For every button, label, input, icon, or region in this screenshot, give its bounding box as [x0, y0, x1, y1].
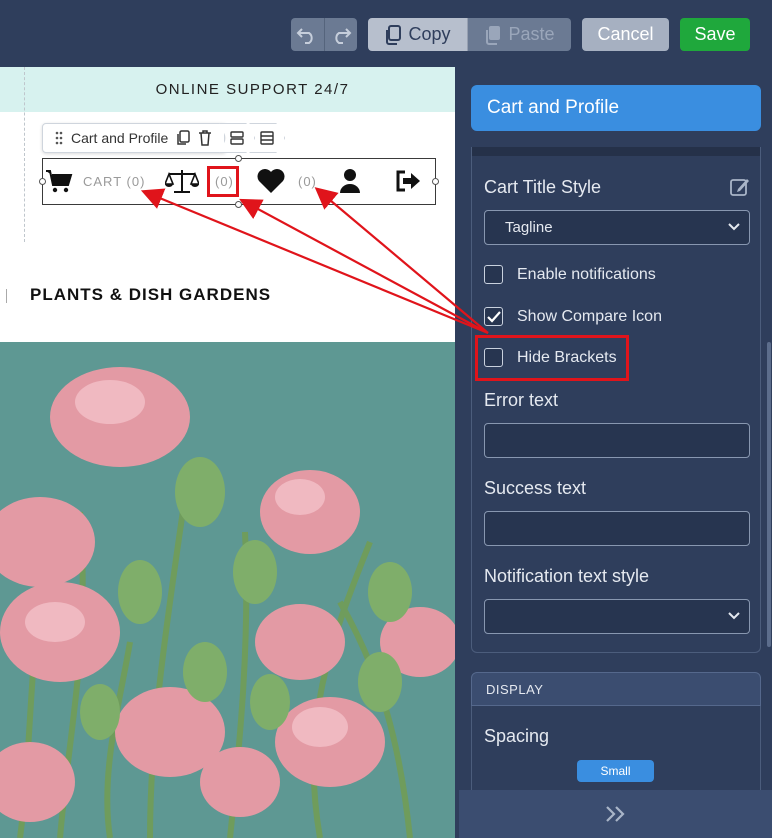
resize-handle-top[interactable] [235, 155, 242, 162]
delete-icon[interactable] [198, 130, 212, 146]
undo-redo-group [291, 18, 357, 51]
copy-label: Copy [408, 24, 451, 44]
support-bar: ONLINE SUPPORT 24/7 [0, 67, 455, 112]
paste-icon [486, 25, 501, 45]
check-icon [486, 310, 501, 323]
panel-scrollbar[interactable] [767, 342, 771, 647]
cart-label: CART (0) [83, 174, 146, 189]
notification-style-label: Notification text style [484, 566, 650, 586]
section-layout-icon [260, 131, 274, 145]
cancel-button[interactable]: Cancel [582, 18, 669, 51]
display-section-body: Spacing [471, 706, 761, 796]
show-compare-checkbox[interactable] [484, 307, 503, 326]
section-title: PLANTS & DISH GARDENS [30, 285, 272, 304]
spacing-value-badge[interactable]: Small [577, 760, 654, 782]
notification-style-select[interactable] [484, 599, 750, 634]
top-toolbar: Copy Paste Cancel Save [0, 0, 772, 67]
panel-bottom-bar [459, 790, 772, 838]
spacing-label: Spacing [484, 726, 550, 746]
error-text-input[interactable] [484, 423, 750, 458]
logout-icon [396, 170, 420, 192]
compare-link[interactable] [165, 167, 199, 195]
save-button[interactable]: Save [680, 18, 750, 51]
resize-handle-bottom[interactable] [235, 201, 242, 208]
resize-handle-right[interactable] [432, 178, 439, 185]
user-icon [340, 169, 360, 193]
guide-line [24, 67, 25, 242]
element-breadcrumb: Cart and Profile [42, 123, 286, 153]
copy-paste-group: Copy Paste [368, 18, 571, 51]
copy-button[interactable]: Copy [368, 18, 468, 51]
cart-count: CART (0) [83, 174, 145, 189]
panel-title[interactable]: Cart and Profile [471, 85, 761, 131]
logout-link[interactable] [395, 170, 421, 192]
support-text: ONLINE SUPPORT 24/7 [155, 81, 350, 98]
wishlist-link[interactable] [256, 168, 286, 194]
show-compare-row[interactable]: Show Compare Icon [484, 307, 662, 326]
redo-icon [335, 27, 352, 44]
heart-icon [257, 169, 285, 193]
display-section-header[interactable]: DISPLAY [471, 672, 761, 706]
crumb-current[interactable]: Cart and Profile [42, 123, 226, 153]
expand-panel-icon[interactable] [604, 805, 628, 823]
crumb-label: Cart and Profile [71, 130, 169, 146]
enable-notifications-checkbox[interactable] [484, 265, 503, 284]
profile-link[interactable] [339, 168, 361, 194]
wishlist-count-label: (0) [298, 174, 317, 189]
duplicate-icon[interactable] [176, 130, 191, 146]
undo-button[interactable] [291, 18, 325, 51]
cart-title-style-value: Tagline [505, 219, 553, 236]
paste-label: Paste [508, 24, 555, 44]
enable-notifications-row[interactable]: Enable notifications [484, 265, 656, 284]
wishlist-count: (0) [298, 174, 317, 189]
show-compare-label: Show Compare Icon [517, 307, 662, 325]
highlight-compare-count [207, 166, 239, 197]
cart-title-style-label: Cart Title Style [484, 177, 602, 197]
success-text-input[interactable] [484, 511, 750, 546]
paste-button[interactable]: Paste [468, 18, 571, 51]
chevron-down-icon [728, 223, 740, 231]
card-top-strip [472, 147, 760, 156]
cart-icon [46, 170, 73, 193]
undo-icon [296, 27, 313, 44]
chevron-down-icon [728, 612, 740, 620]
row-layout-icon [230, 131, 244, 145]
redo-button[interactable] [324, 18, 357, 51]
settings-panel: Cart and Profile Cart Title Style Taglin… [459, 67, 772, 838]
cart-link[interactable] [45, 169, 73, 193]
highlight-hide-brackets [475, 335, 629, 381]
drag-handle-icon[interactable] [55, 131, 63, 145]
cart-title-style-select[interactable]: Tagline [484, 210, 750, 245]
edit-icon[interactable] [730, 177, 750, 202]
hero-image [0, 342, 455, 838]
error-text-label: Error text [484, 390, 559, 410]
compare-scale-icon [165, 170, 199, 193]
copy-icon [386, 24, 402, 45]
page-canvas: ONLINE SUPPORT 24/7 Cart and Profile CAR… [0, 67, 455, 838]
divider [6, 289, 7, 303]
success-text-label: Success text [484, 478, 587, 498]
settings-card: Cart Title Style Tagline Enable notifica… [471, 147, 761, 653]
cart-profile-widget[interactable]: CART (0) (0) (0) [39, 155, 439, 208]
enable-notifications-label: Enable notifications [517, 265, 656, 283]
